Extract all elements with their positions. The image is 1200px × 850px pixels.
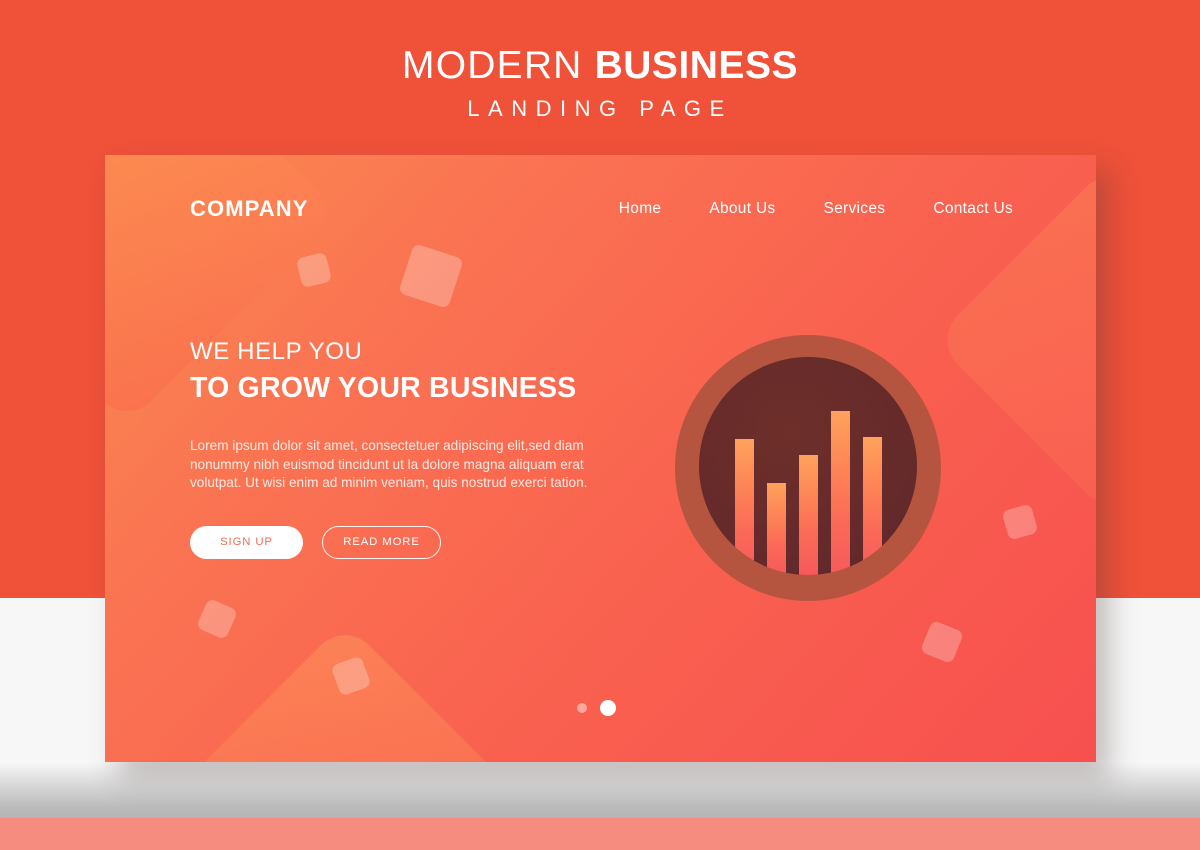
carousel-dot-2[interactable] (600, 700, 616, 716)
landing-page-card: COMPANY Home About Us Services Contact U… (105, 155, 1096, 762)
banner-title-light: MODERN (402, 44, 583, 87)
nav-link-about-us[interactable]: About Us (709, 200, 775, 218)
chart-bar-1 (734, 438, 754, 575)
nav-link-home[interactable]: Home (619, 200, 662, 218)
bottom-accent-bar (0, 818, 1200, 850)
chart-bar-2 (766, 482, 786, 575)
chart-inner-disc (699, 357, 917, 575)
banner-title-bold: BUSINESS (594, 44, 798, 87)
sign-up-button[interactable]: SIGN UP (190, 525, 303, 559)
decor-small-square-e (919, 619, 965, 665)
hero-section: WE HELP YOU TO GROW YOUR BUSINESS Lorem … (190, 338, 620, 559)
banner-subtitle: LANDING PAGE (467, 96, 733, 121)
nav-links: Home About Us Services Contact Us (619, 200, 1013, 218)
page-shadow (0, 762, 1200, 818)
hero-kicker: WE HELP YOU (190, 338, 363, 365)
navbar: COMPANY Home About Us Services Contact U… (105, 187, 1096, 231)
decor-small-square-b (398, 243, 464, 309)
nav-link-contact-us[interactable]: Contact Us (933, 200, 1013, 218)
chart-bar-5 (862, 436, 882, 575)
decor-small-square-a (295, 251, 333, 289)
decor-small-square-c (195, 597, 239, 641)
carousel-dot-1[interactable] (577, 703, 587, 713)
carousel-dots (577, 700, 616, 716)
chart-bar-4 (830, 410, 850, 575)
decor-small-square-f (1001, 503, 1039, 541)
company-logo[interactable]: COMPANY (190, 196, 309, 222)
banner-title: MODERN BUSINESS (0, 44, 1200, 88)
hero-bar-chart (675, 335, 941, 601)
hero-buttons: SIGN UP READ MORE (190, 525, 620, 559)
decor-small-square-d (330, 655, 372, 697)
chart-bars (699, 357, 917, 575)
hero-title: TO GROW YOUR BUSINESS (190, 372, 577, 404)
chart-bar-3 (798, 454, 818, 575)
hero-paragraph: Lorem ipsum dolor sit amet, consectetuer… (190, 438, 588, 490)
read-more-button[interactable]: READ MORE (322, 525, 441, 559)
nav-link-services[interactable]: Services (823, 200, 885, 218)
